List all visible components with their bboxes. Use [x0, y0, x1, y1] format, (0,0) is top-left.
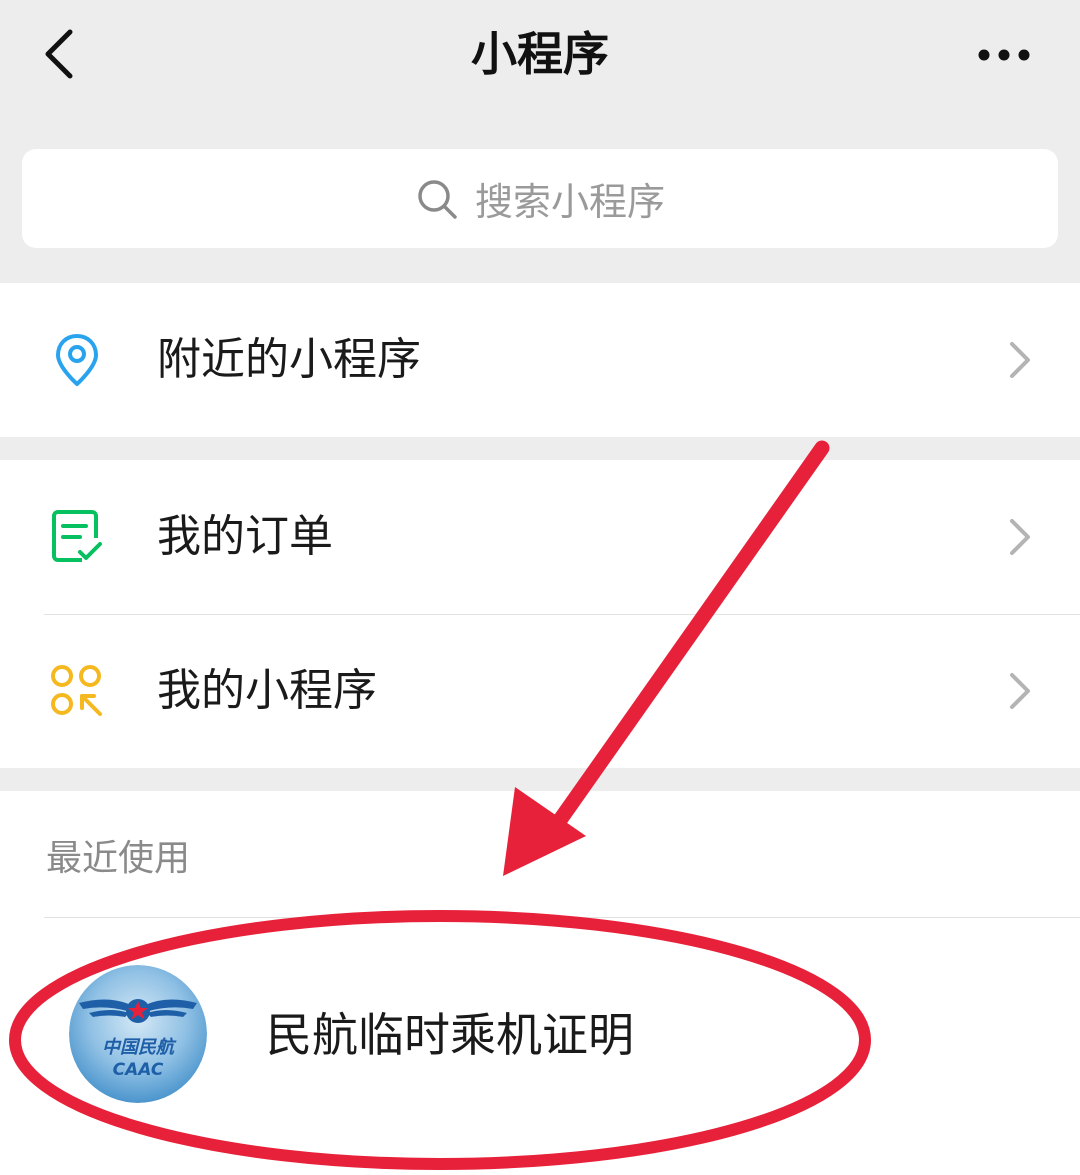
svg-text:CAAC: CAAC	[113, 1060, 164, 1080]
search-icon	[418, 179, 457, 219]
location-pin-icon	[56, 334, 98, 386]
menu-item-orders[interactable]: 我的订单	[0, 460, 1080, 614]
recent-item-name: 民航临时乘机证明	[266, 1008, 634, 1062]
chevron-right-icon	[1010, 342, 1030, 378]
chevron-right-icon	[1010, 673, 1030, 709]
search-placeholder: 搜索小程序	[474, 180, 665, 224]
order-checklist-icon	[52, 510, 102, 562]
caac-logo: 中国民航 CAAC	[69, 965, 207, 1103]
navigation-bar: 小程序	[0, 0, 1080, 118]
chevron-right-icon	[1010, 519, 1030, 555]
menu-group-mine: 我的订单 我的小程序	[0, 460, 1080, 768]
svg-text:中国民航: 中国民航	[102, 1037, 177, 1058]
page-title: 小程序	[471, 27, 609, 81]
menu-group-nearby: 附近的小程序	[0, 283, 1080, 437]
menu-item-label: 附近的小程序	[157, 334, 421, 385]
recent-section-label: 最近使用	[46, 838, 191, 879]
menu-item-label: 我的订单	[157, 511, 333, 562]
menu-item-label: 我的小程序	[157, 665, 377, 716]
my-miniprogram-icon	[51, 665, 102, 716]
menu-item-nearby[interactable]: 附近的小程序	[0, 283, 1080, 437]
more-dots-icon	[978, 49, 1030, 61]
search-bar[interactable]: 搜索小程序	[22, 149, 1058, 248]
menu-item-my-miniprograms[interactable]: 我的小程序	[0, 614, 1080, 768]
recent-miniprogram-item[interactable]: 中国民航 CAAC 民航临时乘机证明	[0, 918, 1080, 1148]
more-button[interactable]	[968, 30, 1040, 80]
